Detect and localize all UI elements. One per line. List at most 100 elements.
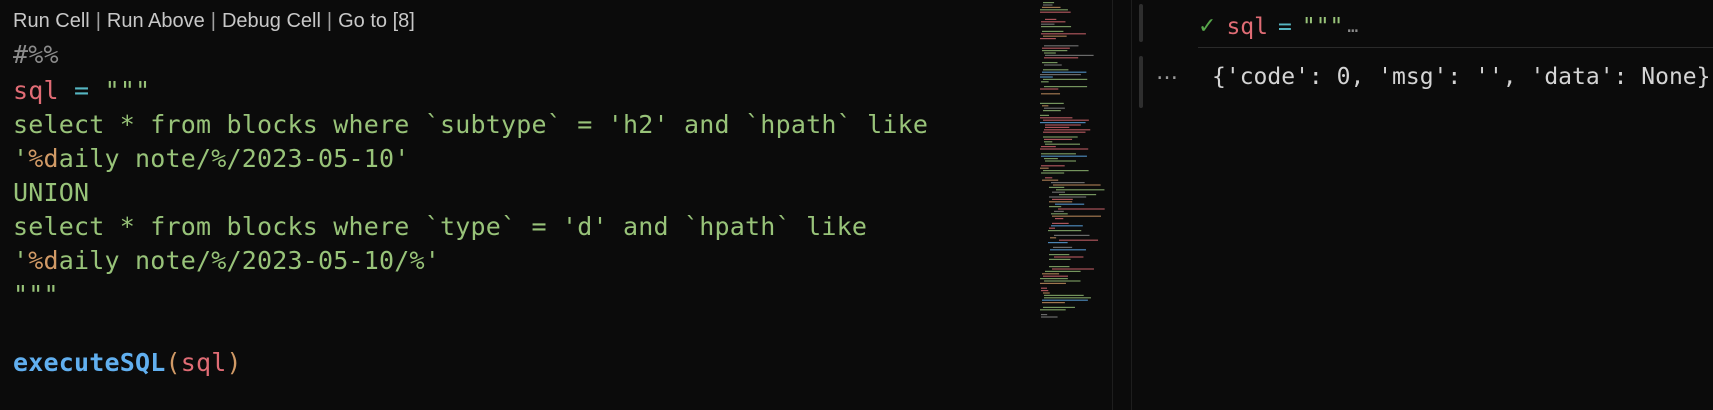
minimap-line (1041, 155, 1087, 157)
code-line-select1: select * from blocks where `subtype` = '… (13, 110, 929, 139)
minimap-line (1056, 189, 1105, 191)
minimap-line (1059, 239, 1099, 241)
minimap-line (1045, 270, 1081, 272)
code-line-path2: '%daily note/%/2023-05-10/%' (13, 246, 441, 275)
minimap-line (1040, 122, 1086, 124)
minimap-line (1049, 201, 1073, 203)
codelens-separator: | (326, 10, 333, 32)
gutter-divider (1131, 0, 1132, 410)
codelens-separator: | (95, 10, 101, 32)
minimap-line (1041, 290, 1049, 292)
pane-divider[interactable] (1112, 0, 1113, 410)
minimap-line (1040, 282, 1066, 284)
sql-variable: sql (13, 76, 59, 105)
format-specifier: %d (28, 144, 59, 173)
minimap-line (1044, 52, 1056, 54)
minimap-line (1040, 148, 1089, 150)
minimap-canvas (1040, 2, 1105, 318)
minimap-line (1044, 129, 1091, 131)
header-assign-operator: = (1277, 13, 1292, 40)
execute-sql-function: executeSQL (13, 348, 166, 377)
minimap-line (1052, 222, 1069, 224)
minimap-line (1041, 23, 1055, 25)
minimap-line (1048, 242, 1068, 244)
minimap-line (1043, 35, 1067, 37)
codelens-separator: | (210, 10, 216, 32)
minimap-line (1052, 268, 1094, 270)
minimap-line (1040, 38, 1056, 40)
collapsed-ellipsis: … (1347, 16, 1359, 37)
minimap-line (1042, 105, 1049, 107)
minimap-line (1043, 170, 1089, 172)
run-above-link[interactable]: Run Above (107, 10, 205, 32)
minimap-line (1045, 54, 1094, 56)
sql-argument: sql (180, 348, 227, 377)
minimap-line (1044, 141, 1053, 143)
minimap-line (1040, 167, 1049, 169)
minimap-line (1042, 50, 1068, 52)
interactive-output-pane: ✓ sql = """ … … {'code': 0, 'msg': '', '… (1150, 0, 1713, 410)
minimap-line (1044, 138, 1073, 140)
minimap-line (1054, 256, 1084, 258)
minimap-line (1049, 266, 1070, 268)
minimap-line (1052, 215, 1102, 217)
minimap-line (1043, 136, 1078, 138)
minimap-line (1041, 153, 1076, 155)
minimap-line (1043, 78, 1088, 80)
minimap-line (1044, 57, 1079, 59)
minimap-line (1042, 6, 1061, 8)
minimap-line (1044, 158, 1058, 160)
minimap-line (1043, 4, 1053, 6)
minimap-line (1052, 191, 1066, 193)
minimap-line (1040, 117, 1073, 119)
minimap-line (1053, 184, 1101, 186)
minimap-line (1055, 218, 1064, 220)
minimap-line (1044, 107, 1065, 109)
header-sql-variable: sql (1226, 13, 1268, 40)
minimap[interactable] (1036, 0, 1116, 410)
minimap-line (1052, 198, 1073, 200)
debug-cell-link[interactable]: Debug Cell (222, 10, 321, 32)
minimap-line (1058, 208, 1105, 210)
string-open-quote: """ (104, 76, 151, 105)
minimap-line (1048, 230, 1082, 232)
go-to-link[interactable]: Go to [8] (338, 10, 415, 32)
codelens-bar: Run Cell | Run Above | Debug Cell | Go to [8] (13, 10, 415, 33)
minimap-line (1045, 177, 1053, 179)
code-line-call: executeSQL(sql) (13, 348, 242, 377)
more-actions-icon[interactable]: … (1156, 60, 1178, 85)
minimap-line (1040, 76, 1053, 78)
minimap-line (1051, 213, 1068, 215)
minimap-line (1043, 2, 1055, 4)
minimap-line (1044, 294, 1084, 296)
scroll-indicator[interactable] (1139, 4, 1143, 42)
minimap-line (1040, 114, 1050, 116)
minimap-line (1049, 206, 1062, 208)
output-cell-header[interactable]: ✓ sql = """ … (1198, 6, 1713, 48)
minimap-line (1044, 45, 1079, 47)
minimap-line (1044, 280, 1081, 282)
minimap-line (1043, 131, 1086, 133)
minimap-line (1040, 74, 1081, 76)
code-editor[interactable]: Run Cell | Run Above | Debug Cell | Go to [8] … (0, 0, 1110, 410)
minimap-line (1041, 287, 1048, 289)
minimap-line (1041, 26, 1072, 28)
run-cell-link[interactable]: Run Cell (13, 10, 90, 32)
minimap-line (1040, 11, 1071, 13)
minimap-line (1042, 47, 1070, 49)
minimap-line (1041, 21, 1066, 23)
minimap-line (1041, 165, 1065, 167)
minimap-line (1041, 172, 1065, 174)
minimap-line (1043, 110, 1061, 112)
minimap-line (1042, 71, 1087, 73)
minimap-line (1049, 186, 1065, 188)
minimap-line (1050, 237, 1057, 239)
minimap-line (1043, 119, 1089, 121)
minimap-line (1045, 160, 1077, 162)
scroll-indicator[interactable] (1139, 56, 1143, 108)
minimap-line (1044, 86, 1088, 88)
cell-marker-line: #%% (13, 40, 59, 69)
minimap-line (1041, 81, 1049, 83)
minimap-line (1040, 309, 1066, 311)
output-result: {'code': 0, 'msg': '', 'data': None} (1212, 64, 1711, 90)
